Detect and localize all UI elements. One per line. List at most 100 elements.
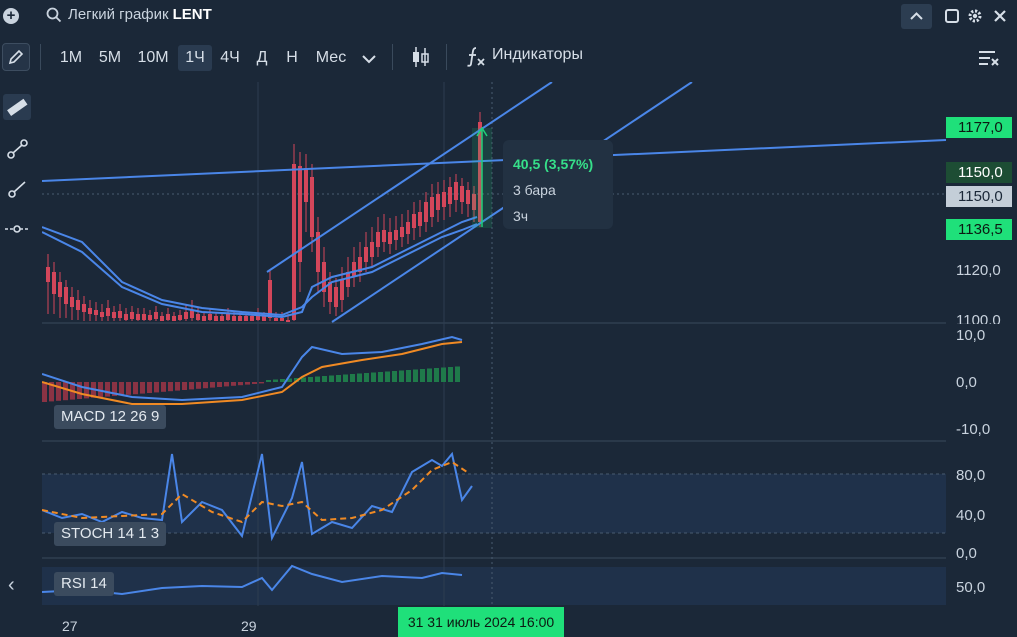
macd-bar <box>336 375 341 382</box>
candle-body <box>124 314 128 320</box>
candle-body <box>334 287 338 307</box>
window-title[interactable]: Легкий график LENT <box>68 6 212 23</box>
candle-body <box>370 242 374 257</box>
cursor-datetime: 31 июль 2024 16:00 <box>427 614 555 630</box>
cursor-day: 31 <box>407 614 424 630</box>
macd-bar <box>175 382 180 391</box>
ray-icon[interactable] <box>3 177 31 203</box>
candle-body <box>184 312 188 319</box>
timeframe-4h[interactable]: 4Ч <box>216 45 244 71</box>
macd-bar <box>420 369 425 382</box>
macd-bar <box>392 371 397 382</box>
trendline-icon[interactable] <box>3 136 31 162</box>
timeframe-day[interactable]: Д <box>251 45 273 71</box>
price-chart[interactable] <box>42 82 946 606</box>
candle-body <box>424 202 428 222</box>
collapse-button[interactable] <box>901 4 932 29</box>
candlestick-icon[interactable] <box>410 45 432 69</box>
draw-mode-button[interactable] <box>2 43 30 71</box>
macd-bar <box>224 382 229 387</box>
timeframe-10m[interactable]: 10М <box>133 45 173 71</box>
candle-body <box>52 272 56 294</box>
macd-bar <box>343 374 348 382</box>
macd-bar <box>161 382 166 392</box>
macd-bar <box>322 376 327 382</box>
candle-body <box>136 314 140 320</box>
macd-bar <box>231 382 236 386</box>
stoch-tick: 80,0 <box>956 467 986 484</box>
candle-body <box>202 316 206 321</box>
horizontal-line-icon[interactable] <box>3 216 31 242</box>
lower-price-badge: 1136,5 <box>946 219 1012 240</box>
macd-bar <box>140 382 145 394</box>
macd-bar <box>357 373 362 382</box>
candle-body <box>436 194 440 210</box>
stoch-label[interactable]: STOCH 14 1 3 <box>54 522 167 546</box>
candle-body <box>178 315 182 320</box>
function-icon[interactable] <box>464 45 488 69</box>
clear-drawings-icon[interactable] <box>978 48 1000 68</box>
gear-icon[interactable] <box>967 8 983 24</box>
macd-bar <box>105 382 110 397</box>
add-tab-icon[interactable]: + <box>3 8 19 24</box>
candle-body <box>268 280 272 318</box>
macd-bar <box>126 382 131 395</box>
candle-body <box>196 314 200 320</box>
timeframe-1m[interactable]: 1М <box>56 45 86 71</box>
candle-body <box>166 314 170 320</box>
candle-body <box>406 222 410 234</box>
candle-body <box>148 315 152 320</box>
timeframe-5m[interactable]: 5М <box>94 45 126 71</box>
time-span: 3ч <box>513 208 529 224</box>
macd-bar <box>315 376 320 382</box>
candle-body <box>100 312 104 317</box>
pencil-icon <box>8 49 24 65</box>
stoch-tick: 40,0 <box>956 507 986 524</box>
macd-bar <box>280 379 285 382</box>
price-scale[interactable] <box>946 82 1017 606</box>
candle-body <box>382 230 386 242</box>
macd-tick: 0,0 <box>956 374 977 391</box>
macd-label[interactable]: MACD 12 26 9 <box>54 405 167 429</box>
search-icon[interactable] <box>46 7 62 23</box>
chevron-down-icon[interactable] <box>360 50 378 68</box>
macd-bar <box>245 382 250 385</box>
macd-bar <box>42 382 47 402</box>
timeframe-1h[interactable]: 1Ч <box>178 45 212 71</box>
bar-count: 3 бара <box>513 182 556 198</box>
rsi-label[interactable]: RSI 14 <box>54 572 114 596</box>
collapse-sidebar-icon[interactable]: ‹ <box>8 574 15 597</box>
macd-bar <box>147 382 152 393</box>
macd-bar <box>399 370 404 382</box>
macd-bar <box>203 382 208 389</box>
rsi-band <box>42 567 946 605</box>
upper-price-badge: 1177,0 <box>946 117 1012 138</box>
ruler-tool[interactable] <box>3 94 31 120</box>
candle-body <box>208 314 212 320</box>
candle-body <box>430 197 434 217</box>
candle-body <box>454 182 458 200</box>
candle-body <box>244 316 248 321</box>
indicators-button[interactable]: Индикаторы <box>492 46 583 64</box>
maximize-icon[interactable] <box>944 8 960 24</box>
candle-body <box>118 311 122 318</box>
time-label: 29 <box>241 618 257 634</box>
candle-body <box>130 312 134 319</box>
macd-bar <box>441 367 446 382</box>
candle-body <box>250 316 254 321</box>
toolbar-divider <box>446 44 447 70</box>
rsi-tick: 50,0 <box>956 579 986 596</box>
macd-bar <box>455 366 460 382</box>
macd-bar <box>427 368 432 382</box>
macd-bar <box>406 370 411 382</box>
candle-body <box>214 316 218 321</box>
candle-body <box>418 212 422 226</box>
close-icon[interactable] <box>992 8 1008 24</box>
timeframe-week[interactable]: Н <box>281 45 303 71</box>
macd-bar <box>371 372 376 382</box>
macd-bar <box>238 382 243 386</box>
candle-body <box>274 318 278 321</box>
time-label: 27 <box>62 618 78 634</box>
timeframe-month[interactable]: Мес <box>311 45 351 71</box>
macd-bar <box>133 382 138 395</box>
